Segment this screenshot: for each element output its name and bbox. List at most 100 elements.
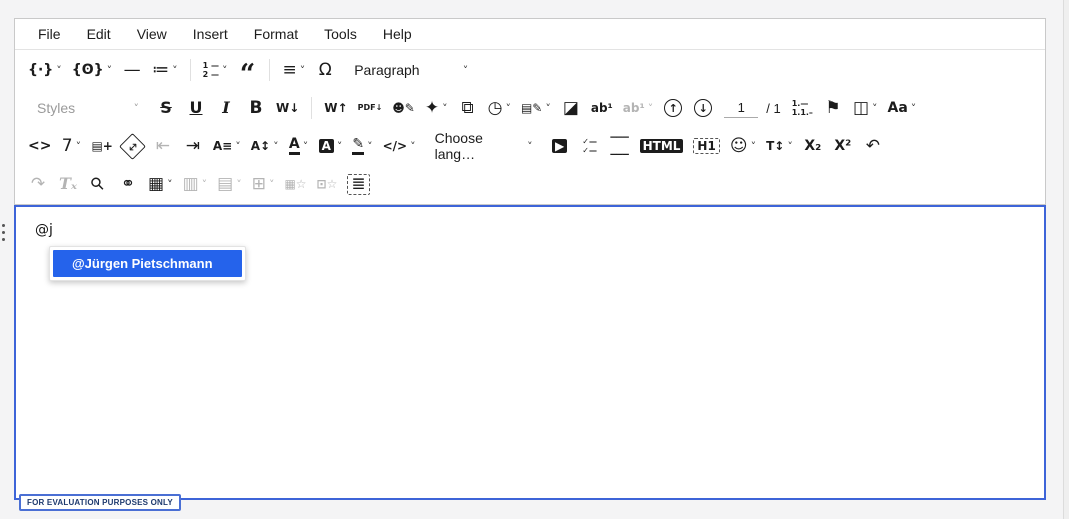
table-properties-button[interactable]: ▦☆ [283,171,307,198]
ai-assistant-button[interactable]: ☻✎ [391,95,416,122]
redo-button[interactable]: ↷ [27,171,49,198]
chevron-down-icon: ˅ [167,178,173,191]
chevron-down-icon: ˅ [76,140,82,153]
export-to-pdf-icon: PDF↓ [358,104,383,112]
case-change-button[interactable]: Aa˅ [887,95,918,122]
heading-style-button[interactable]: H1 [692,133,720,160]
table-row-button[interactable]: ▤˅ [216,171,243,198]
underline-button[interactable]: U [185,95,207,122]
chevron-down-icon: ˅ [410,140,416,153]
editor-toolbar-panel: FileEditViewInsertFormatToolsHelp {·}˅ {ʘ… [14,18,1046,205]
table-column-button[interactable]: ▥˅ [182,171,209,198]
line-height-button[interactable]: T↕˅ [765,133,794,160]
menu-file[interactable]: File [25,19,74,50]
export-to-word-button[interactable]: W↓ [275,95,300,122]
insert-table-button[interactable]: ▦˅ [147,171,174,198]
insert-template-button[interactable]: ▤+ [90,133,113,160]
emoji-button[interactable]: ☺˅ [729,133,757,160]
menu-edit[interactable]: Edit [74,19,124,50]
next-page-button[interactable]: ↓ [692,95,714,122]
chevron-down-icon: ˅ [442,102,448,115]
multi-level-list-button[interactable]: 1.— 1.1.– [791,95,814,122]
numbered-list-button[interactable]: 1 — 2 —˅ [202,57,229,84]
editor-content-area[interactable]: @j @Jürgen Pietschmann [14,205,1046,500]
page-layout-icon: ◫ [853,100,869,117]
page-number-input[interactable]: 1 [724,98,758,118]
export-to-pdf-button[interactable]: PDF↓ [357,95,384,122]
horizontal-line-button[interactable]: — [121,57,143,84]
chevron-down-icon: ˅ [236,178,242,191]
strikethrough-icon: S [160,100,172,116]
merge-cells-button[interactable]: ⊞˅ [251,171,276,198]
text-alignment-button[interactable]: ≡˅ [281,57,306,84]
font-size-button[interactable]: A↕˅ [250,133,280,160]
link-button[interactable]: ⚭ [117,171,139,198]
redo-icon: ↷ [31,176,45,193]
table-cell-properties-button[interactable]: ⊡☆ [316,171,339,198]
outdent-button[interactable]: ⇤ [152,133,174,160]
bold-button[interactable]: B [245,95,267,122]
scrollbar-track[interactable] [1063,0,1069,519]
menu-tools[interactable]: Tools [311,19,370,50]
toolbar-row: <>7˅▤+↔⇤⇥A≡˅A↕˅A˅A˅✎˅</>˅Choose lang…˅▶✓… [23,127,1037,165]
menu-help[interactable]: Help [370,19,425,50]
previous-page-button[interactable]: ↑ [662,95,684,122]
undo-button[interactable]: ↶ [862,133,884,160]
table-cell-properties-icon: ⊡☆ [317,178,338,190]
font-background-color-button[interactable]: A˅ [318,133,344,160]
ai-commands-button[interactable]: ✦˅ [424,95,449,122]
bulleted-list-button[interactable]: ≔˅ [151,57,179,84]
menu-insert[interactable]: Insert [180,19,241,50]
merge-field-button[interactable]: {·}˅ [27,57,63,84]
styles-dropdown[interactable]: Styles˅ [29,94,145,122]
superscript-button[interactable]: X² [832,133,854,160]
insert-media-button[interactable]: ▶ [549,133,571,160]
insert-image-button[interactable]: ◪ [560,95,582,122]
find-and-replace-button[interactable]: ⚲ [87,171,109,198]
evaluation-badge: FOR EVALUATION PURPOSES ONLY [19,494,181,511]
font-family-button[interactable]: A≡˅ [212,133,242,160]
maximize-button[interactable]: ↔ [122,133,144,160]
strikethrough-button[interactable]: S [155,95,177,122]
language-dropdown[interactable]: Choose lang…˅ [427,132,539,160]
import-from-word-button[interactable]: W↑ [323,95,348,122]
menu-format[interactable]: Format [241,19,311,50]
menu-view[interactable]: View [124,19,180,50]
paragraph-format-dropdown[interactable]: Paragraph˅ [346,56,474,84]
footnote-button[interactable]: ab¹ [590,95,614,122]
preview-merge-fields-icon: {ʘ} [72,63,104,77]
block-quote-button[interactable]: “ [236,57,258,84]
subscript-button[interactable]: X₂ [802,133,824,160]
chevron-down-icon: ˅ [235,140,241,153]
font-color-button[interactable]: A˅ [288,133,310,160]
footnote-reference-button[interactable]: ab¹˅ [622,95,654,122]
html-embed-button[interactable]: HTML [639,133,685,160]
chevron-down-icon: ˅ [202,178,208,191]
code-block-button[interactable]: </>˅ [382,133,417,160]
highlight-button[interactable]: ✎˅ [351,133,373,160]
revision-history-button[interactable]: ◷˅ [487,95,512,122]
comments-icon: ⧉ [462,100,474,117]
bookmark-button[interactable]: ⚑ [822,95,844,122]
track-changes-button[interactable]: ▤✎˅ [520,95,552,122]
line-height-icon: T↕ [766,140,784,152]
todo-list-button[interactable]: ✓— ✓— [579,133,601,160]
page-break-button[interactable]: ▔▔▔ ▁▁▁ [609,133,631,160]
remove-format-button[interactable]: Tₓ [57,171,79,198]
preview-merge-fields-button[interactable]: {ʘ}˅ [71,57,113,84]
chevron-down-icon: ˅ [337,140,343,153]
format-painter-button[interactable]: 7˅ [60,133,82,160]
page-layout-button[interactable]: ◫˅ [852,95,879,122]
italic-button[interactable]: I [215,95,237,122]
format-painter-icon: 7 [62,138,73,155]
chevron-down-icon: ˅ [107,64,113,77]
mention-item[interactable]: @Jürgen Pietschmann [53,250,242,277]
source-editing-button[interactable]: <> [27,133,52,160]
select-all-button[interactable]: ≣ [346,171,370,198]
special-characters-button[interactable]: Ω [314,57,336,84]
table-properties-icon: ▦☆ [284,178,306,190]
block-drag-handle-icon[interactable] [2,224,5,241]
indent-button[interactable]: ⇥ [182,133,204,160]
toolbar-separator [190,59,191,81]
comments-button[interactable]: ⧉ [457,95,479,122]
